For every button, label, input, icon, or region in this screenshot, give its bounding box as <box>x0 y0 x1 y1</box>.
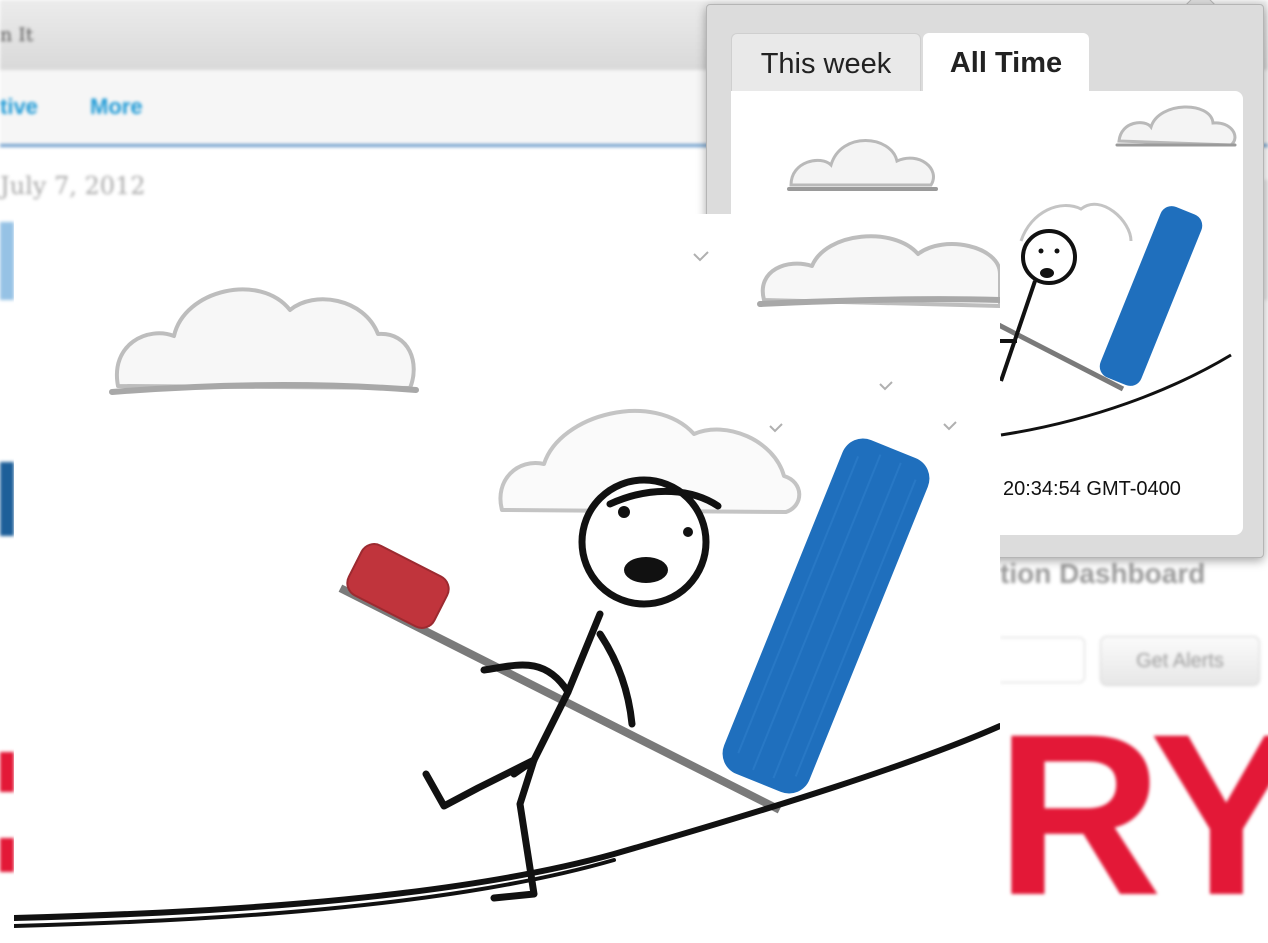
left-edge-red-fragment-2 <box>0 838 14 872</box>
article-date: July 7, 2012 <box>0 172 146 200</box>
nav-link-more[interactable]: More <box>90 94 143 120</box>
cloud-icon <box>787 139 938 191</box>
dashboard-heading: tion Dashboard <box>1000 558 1206 589</box>
left-edge-red-fragment-1 <box>0 752 14 792</box>
hill-curve <box>11 723 1003 921</box>
stick-figure-eye <box>618 506 630 518</box>
seesaw-illustration-image <box>11 214 1003 933</box>
stick-figure-eye <box>683 527 693 537</box>
tab-this-week[interactable]: This week <box>731 33 921 94</box>
get-alerts-button[interactable]: Get Alerts <box>1100 636 1260 686</box>
stick-figure-mouth <box>624 557 668 583</box>
left-edge-banner-fragment <box>0 462 14 536</box>
cloud-icon <box>109 287 419 395</box>
tab-all-time[interactable]: All Time <box>923 33 1089 93</box>
last-updated-timestamp: 20:34:54 GMT-0400 <box>1003 478 1181 500</box>
nav-link-active[interactable]: tive <box>0 94 38 120</box>
left-edge-logo-fragment <box>0 222 14 300</box>
window-title: n It <box>0 24 34 46</box>
alerts-email-input[interactable] <box>1000 637 1085 683</box>
brand-wordmark: RY <box>996 686 1268 943</box>
blue-block-icon <box>1099 206 1203 386</box>
stick-figure-seesaw-illustration <box>11 234 1003 928</box>
cloud-icon <box>1115 105 1237 147</box>
cloud-icon <box>757 234 1003 308</box>
